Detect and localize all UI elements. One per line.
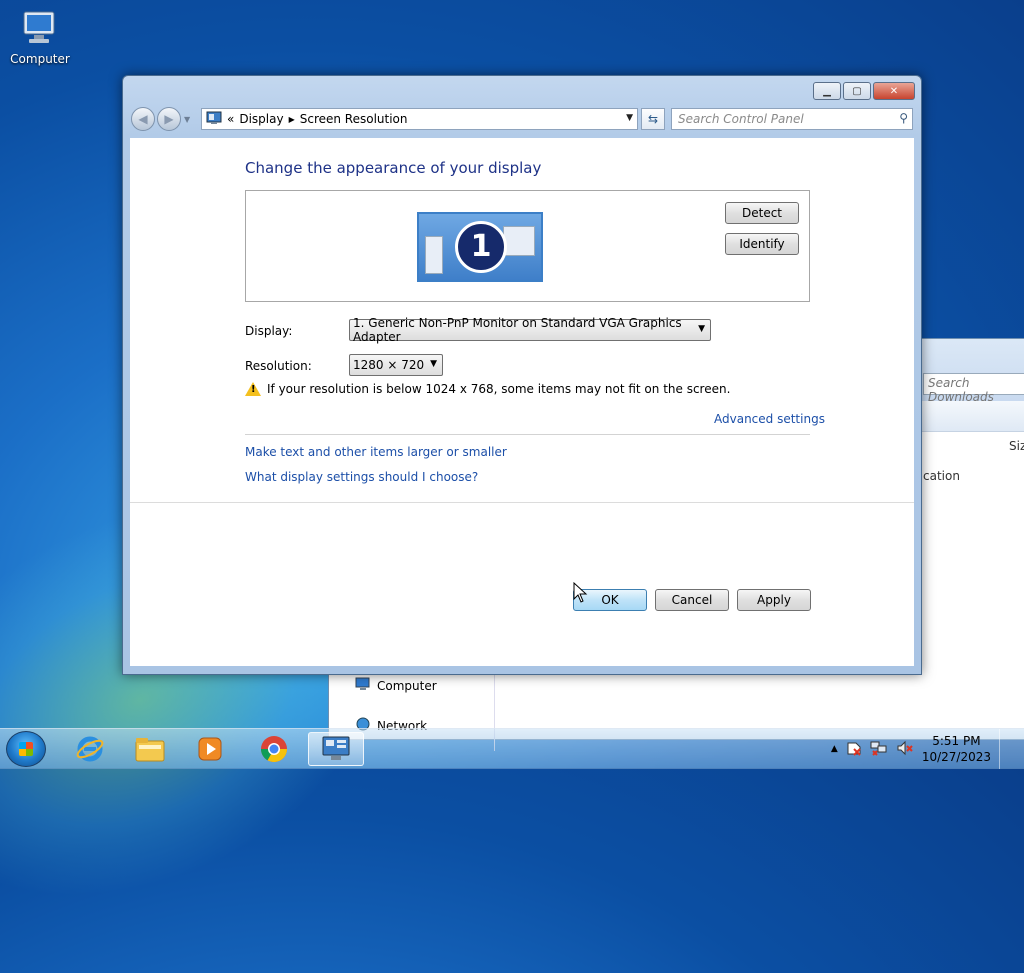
display-select-value: 1. Generic Non-PnP Monitor on Standard V… <box>353 316 682 344</box>
clock[interactable]: 5:51 PM 10/27/2023 <box>922 733 991 765</box>
back-button[interactable]: ◀ <box>131 107 155 131</box>
background-partial-text: cation <box>923 469 960 483</box>
monitor-window-decoration <box>425 236 443 274</box>
computer-icon <box>20 8 60 48</box>
recent-pages-dropdown-icon[interactable]: ▼ <box>184 115 190 124</box>
maximize-button[interactable]: ▢ <box>843 82 871 100</box>
resolution-select-value: 1280 × 720 <box>353 358 425 372</box>
minimize-icon: ▁ <box>823 85 831 97</box>
refresh-icon: ⇆ <box>647 112 659 126</box>
cancel-button[interactable]: Cancel <box>655 589 729 611</box>
display-label: Display: <box>245 324 293 338</box>
column-header-size[interactable]: Siz <box>1009 439 1024 453</box>
maximize-icon: ▢ <box>852 85 862 97</box>
action-center-icon[interactable] <box>846 740 862 759</box>
chevron-down-icon: ▼ <box>430 359 437 369</box>
monitor-window-decoration <box>503 226 535 256</box>
background-search-input[interactable]: Search Downloads <box>923 373 1024 404</box>
nav-item-label: Computer <box>377 678 437 693</box>
control-panel-icon <box>322 736 350 760</box>
breadcrumb-overflow-icon[interactable]: « <box>227 112 234 126</box>
windows-logo-icon <box>19 742 33 756</box>
apply-button[interactable]: Apply <box>737 589 811 611</box>
volume-muted-icon[interactable] <box>896 740 914 759</box>
navigation-buttons: ◀ ▶ ▼ <box>131 107 190 131</box>
network-status-icon[interactable] <box>870 740 888 759</box>
monitor-number: 1 <box>455 221 507 273</box>
content-area: Change the appearance of your display 1 … <box>130 138 914 666</box>
advanced-settings-link[interactable]: Advanced settings <box>714 412 825 426</box>
close-icon: ✕ <box>889 85 899 97</box>
resolution-label: Resolution: <box>245 359 312 373</box>
footer-divider <box>130 502 914 503</box>
desktop-computer-icon[interactable]: Computer <box>8 8 72 66</box>
mouse-cursor-icon <box>573 582 588 603</box>
breadcrumb-separator-icon[interactable]: ▶ <box>289 115 295 124</box>
show-desktop-button[interactable] <box>999 729 1010 769</box>
taskbar-chrome[interactable] <box>246 732 302 766</box>
address-dropdown-icon[interactable]: ▼ <box>626 113 633 123</box>
text-size-link[interactable]: Make text and other items larger or smal… <box>245 445 507 459</box>
clock-date: 10/27/2023 <box>921 750 991 764</box>
monitor-preview-box: 1 Detect Identify <box>245 190 810 302</box>
screen-resolution-window[interactable]: ▁ ▢ ✕ ◀ ▶ ▼ « Display ▶ Screen Resolutio… <box>122 75 922 675</box>
monitor-1-icon[interactable]: 1 <box>417 212 543 282</box>
nav-item-computer[interactable]: Computer <box>355 677 437 694</box>
chrome-icon <box>260 736 288 763</box>
resolution-warning: ! If your resolution is below 1024 x 768… <box>245 382 730 396</box>
divider <box>245 434 810 435</box>
taskbar-media-player[interactable] <box>182 732 238 766</box>
start-button[interactable] <box>6 731 46 767</box>
internet-explorer-icon <box>76 736 104 762</box>
minimize-button[interactable]: ▁ <box>813 82 841 100</box>
media-player-icon <box>198 737 222 761</box>
display-settings-help-link[interactable]: What display settings should I choose? <box>245 470 478 484</box>
clock-time: 5:51 PM <box>932 734 981 748</box>
warning-text: If your resolution is below 1024 x 768, … <box>267 382 731 396</box>
search-placeholder: Search Control Panel <box>678 112 804 126</box>
page-title: Change the appearance of your display <box>245 159 542 177</box>
breadcrumb-screen-resolution[interactable]: Screen Resolution <box>300 112 408 126</box>
taskbar-internet-explorer[interactable] <box>62 732 118 766</box>
warning-icon: ! <box>245 382 261 396</box>
detect-button[interactable]: Detect <box>725 202 799 224</box>
forward-arrow-icon: ▶ <box>164 112 174 126</box>
forward-button[interactable]: ▶ <box>157 107 181 131</box>
desktop-computer-label: Computer <box>10 52 70 66</box>
address-bar[interactable]: « Display ▶ Screen Resolution ▼ <box>201 108 638 130</box>
control-panel-icon <box>206 111 222 128</box>
breadcrumb-display[interactable]: Display <box>239 112 283 126</box>
system-tray: ▲ 5:51 PM 10/27/2023 <box>831 729 1024 769</box>
taskbar-control-panel[interactable] <box>308 732 364 766</box>
display-select[interactable]: 1. Generic Non-PnP Monitor on Standard V… <box>349 316 711 344</box>
taskbar-windows-explorer[interactable] <box>122 732 178 766</box>
close-button[interactable]: ✕ <box>873 82 915 100</box>
chevron-down-icon: ▼ <box>698 324 705 334</box>
caption-buttons: ▁ ▢ ✕ <box>813 82 915 100</box>
show-hidden-icons-button[interactable]: ▲ <box>831 744 838 754</box>
refresh-button[interactable]: ⇆ <box>641 108 665 130</box>
search-icon[interactable]: ⚲ <box>899 111 908 125</box>
identify-button[interactable]: Identify <box>725 233 799 255</box>
resolution-select[interactable]: 1280 × 720 ▼ <box>349 354 443 376</box>
back-arrow-icon: ◀ <box>138 112 148 126</box>
folder-icon <box>135 738 165 762</box>
taskbar: ▲ 5:51 PM 10/27/2023 <box>0 728 1024 769</box>
computer-icon <box>355 677 371 694</box>
search-control-panel-input[interactable]: Search Control Panel ⚲ <box>671 108 913 130</box>
